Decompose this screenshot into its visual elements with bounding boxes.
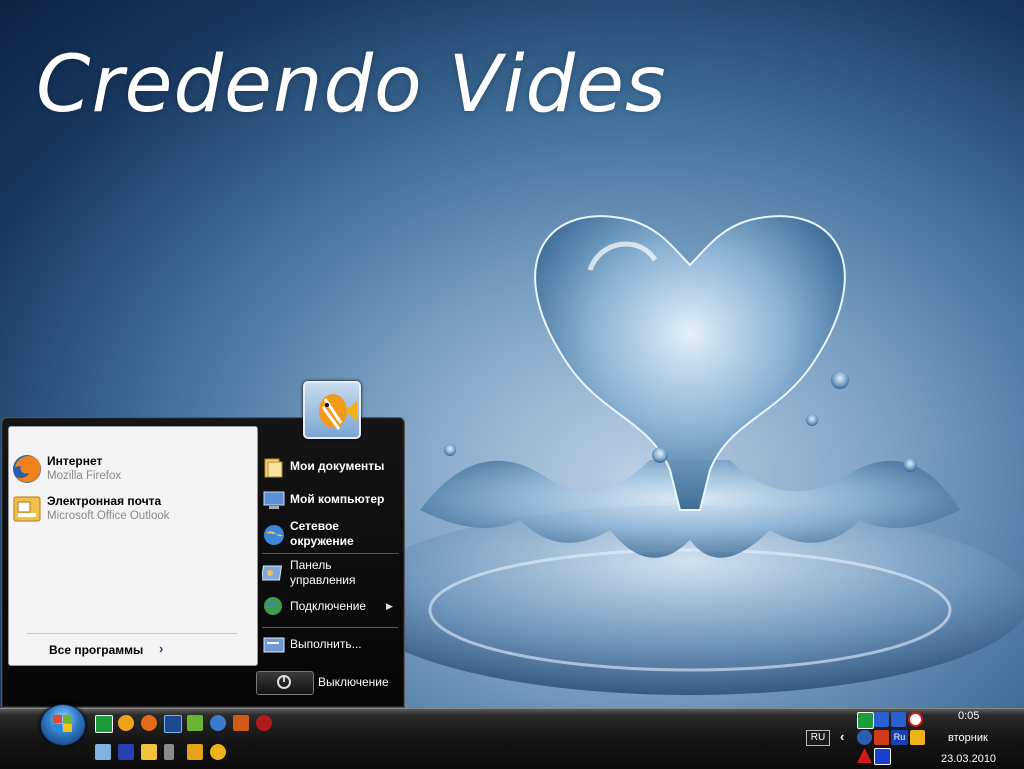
key-icon[interactable]	[141, 744, 157, 760]
chevron-right-icon: ▶	[386, 601, 393, 611]
floppy-icon[interactable]	[118, 744, 134, 760]
messenger-icon[interactable]	[910, 730, 925, 745]
cube-icon[interactable]	[95, 744, 111, 760]
shutdown-button[interactable]	[256, 671, 314, 695]
run-link[interactable]: Выполнить...	[262, 633, 398, 657]
divider	[262, 627, 398, 628]
pinned-item-email[interactable]: Электронная почта Microsoft Office Outlo…	[11, 491, 251, 527]
menu-label: Подключение	[290, 599, 367, 613]
control-panel-icon	[262, 565, 283, 581]
media-player-icon[interactable]	[874, 748, 891, 765]
user-avatar[interactable]	[303, 381, 361, 439]
fish-icon	[319, 394, 357, 430]
gauge-icon[interactable]	[256, 715, 272, 731]
divider	[27, 633, 237, 634]
start-button[interactable]	[40, 704, 86, 746]
network-icon[interactable]	[891, 712, 906, 727]
utorrent-icon[interactable]	[95, 715, 113, 733]
pinned-subtitle: Microsoft Office Outlook	[47, 510, 170, 522]
firefox-icon	[13, 455, 41, 483]
pinned-programs-pane: Интернет Mozilla Firefox Электронная поч…	[8, 426, 258, 666]
pinned-subtitle: Mozilla Firefox	[47, 470, 122, 482]
clock-time[interactable]: 0:05	[958, 710, 979, 722]
clock-date[interactable]: 23.03.2010	[941, 753, 996, 765]
menu-label: Сетевое окружение	[290, 519, 354, 548]
clock-day[interactable]: вторник	[948, 732, 988, 744]
antivirus-icon[interactable]	[908, 712, 923, 727]
chevron-left-icon[interactable]: ‹	[840, 729, 844, 744]
globe-icon	[264, 525, 284, 545]
divider	[262, 553, 398, 554]
pinned-title: Интернет	[47, 454, 103, 468]
globe-icon[interactable]	[210, 744, 226, 760]
power-icon	[277, 675, 291, 689]
network-connections-icon	[264, 597, 282, 615]
folder-icon	[264, 458, 283, 478]
language-indicator[interactable]: RU	[806, 730, 830, 746]
menu-label: Мои документы	[290, 459, 385, 473]
download-icon[interactable]	[874, 730, 889, 745]
network-link[interactable]: Сетевое окружение	[262, 519, 398, 551]
my-documents-link[interactable]: Мои документы	[262, 456, 398, 480]
run-icon	[263, 637, 285, 653]
ru-tray-icon[interactable]: Ru	[891, 730, 908, 745]
water-heart-image	[350, 215, 1024, 695]
outlook-icon	[13, 496, 41, 522]
wallpaper-title: Credendo Vides	[36, 40, 667, 130]
connect-menu[interactable]: Подключение ▶	[262, 595, 398, 619]
tools-icon[interactable]	[187, 744, 203, 760]
aimp-icon[interactable]	[118, 715, 134, 731]
photoshop-icon[interactable]	[164, 715, 182, 733]
all-programs-button[interactable]: Все программы	[49, 643, 143, 657]
firefox-icon[interactable]	[141, 715, 157, 731]
chevron-right-icon: ›	[159, 641, 164, 656]
windows-flag-icon	[53, 715, 73, 733]
control-panel-link[interactable]: Панель управления	[262, 558, 398, 590]
shutdown-label[interactable]: Выключение	[318, 675, 389, 689]
menu-label: Мой компьютер	[290, 492, 385, 506]
pinned-title: Электронная почта	[47, 494, 162, 508]
my-computer-link[interactable]: Мой компьютер	[262, 489, 398, 513]
pinned-item-internet[interactable]: Интернет Mozilla Firefox	[11, 451, 251, 487]
tools-icon[interactable]	[233, 715, 249, 731]
tower-icon[interactable]	[164, 744, 174, 760]
firefox-icon[interactable]	[857, 730, 872, 745]
menu-label: Выполнить...	[290, 637, 362, 651]
network-icon[interactable]	[874, 712, 889, 727]
utorrent-icon[interactable]	[857, 712, 874, 729]
android-icon[interactable]	[187, 715, 203, 731]
computer-icon	[263, 491, 285, 509]
menu-label: Панель управления	[290, 558, 356, 587]
rocket-icon[interactable]	[210, 715, 226, 731]
